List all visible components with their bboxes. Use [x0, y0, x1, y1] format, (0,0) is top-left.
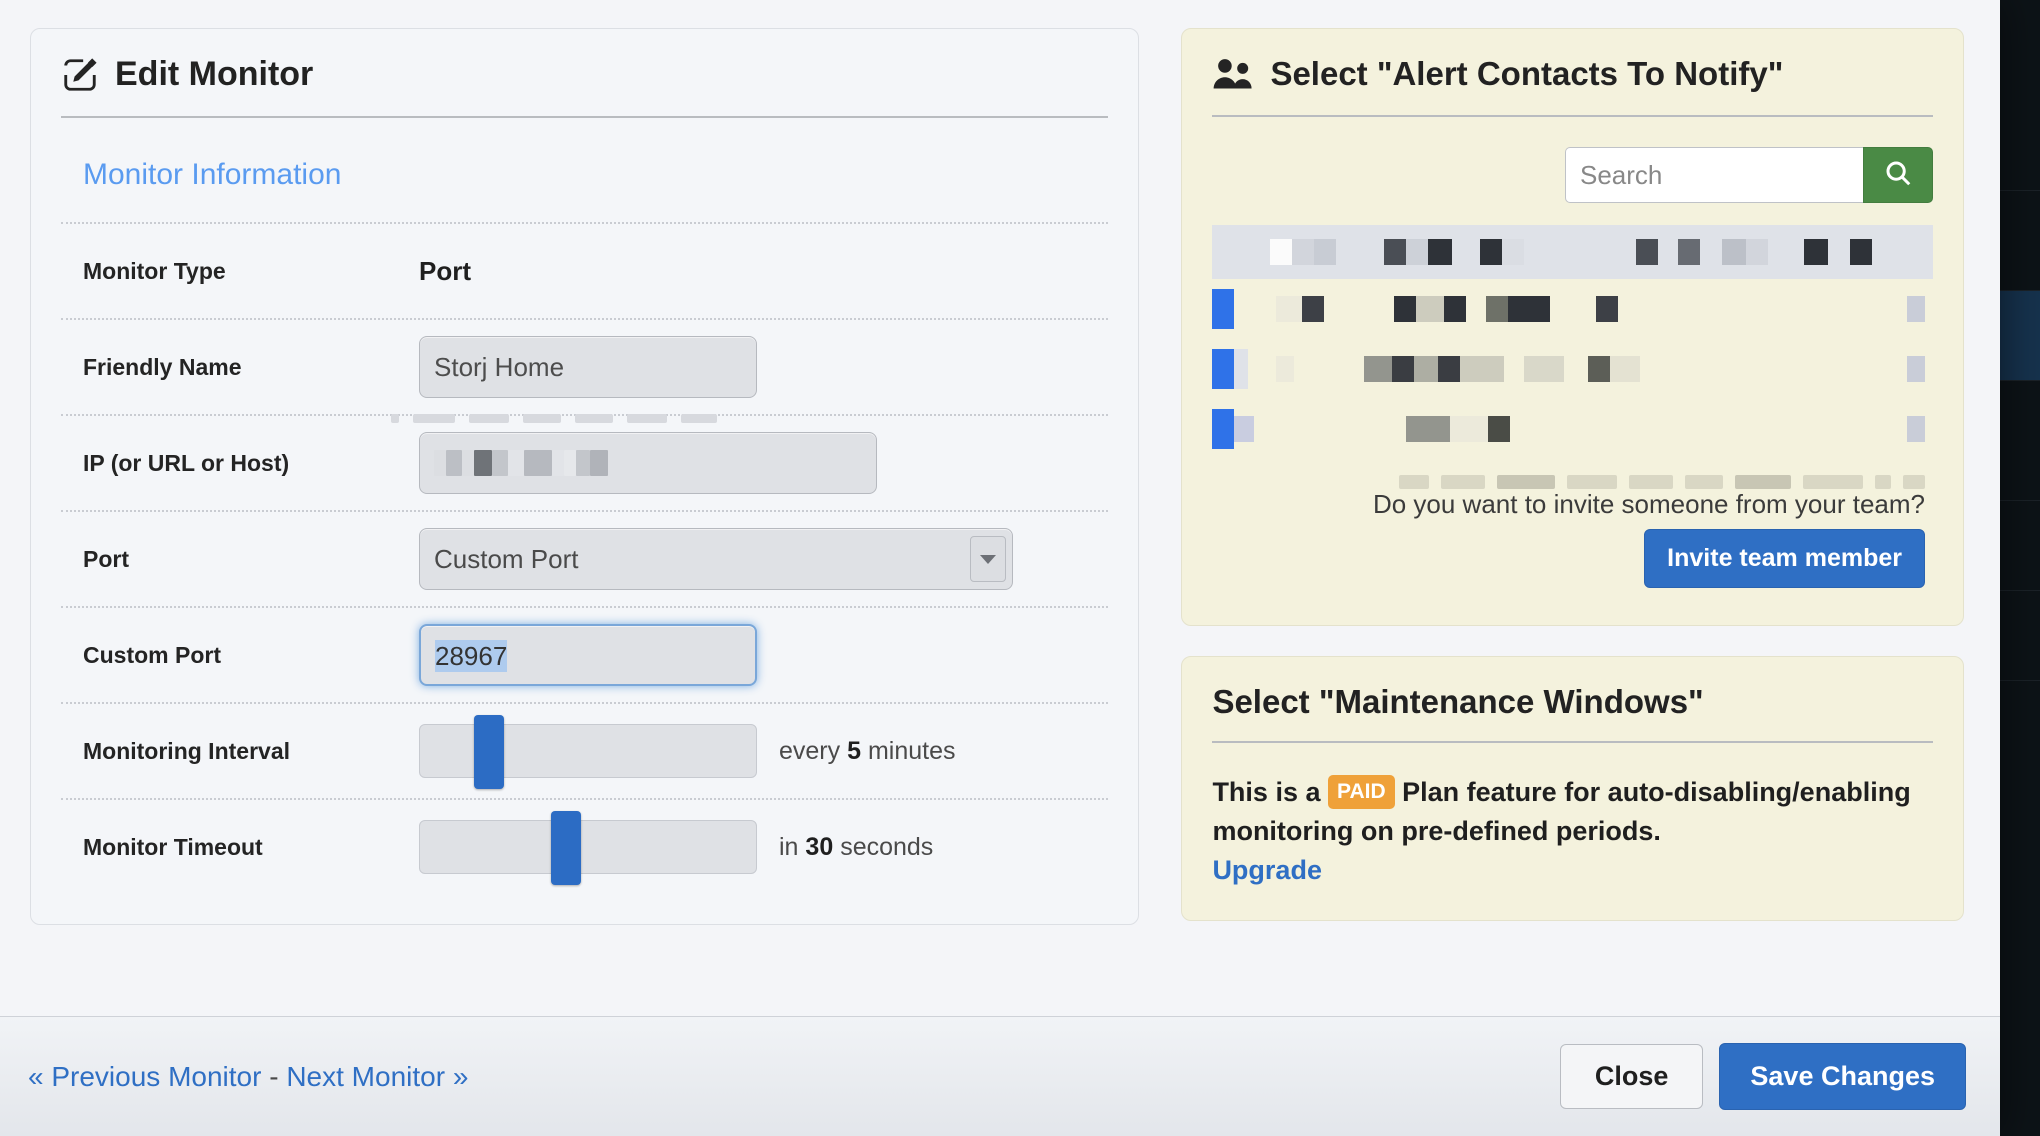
previous-monitor-link[interactable]: « Previous Monitor [28, 1061, 261, 1092]
footer-buttons: Close Save Changes [1560, 1043, 1966, 1110]
maintenance-windows-description: This is a PAID Plan feature for auto-dis… [1212, 773, 1933, 890]
monitor-timeout-slider[interactable] [419, 820, 757, 874]
label-monitor-timeout: Monitor Timeout [61, 834, 419, 861]
field-row-monitoring-interval: Monitoring Interval every 5 minutes [61, 702, 1108, 798]
edit-monitor-modal: Edit Monitor Monitor Information Monitor… [0, 0, 2000, 1136]
contact-checkbox[interactable] [1212, 409, 1234, 449]
custom-port-value: 28967 [435, 640, 507, 672]
header-divider [61, 116, 1108, 118]
label-port: Port [61, 546, 419, 573]
contact-row[interactable] [1212, 279, 1933, 339]
alert-contacts-header: Select "Alert Contacts To Notify" [1212, 55, 1933, 115]
nav-separator: - [269, 1061, 278, 1092]
monitoring-interval-slider[interactable] [419, 724, 757, 778]
left-column: Edit Monitor Monitor Information Monitor… [30, 28, 1139, 1016]
contact-row[interactable] [1212, 339, 1933, 399]
field-row-port: Port Custom Port [61, 510, 1108, 606]
modal-footer: « Previous Monitor - Next Monitor » Clos… [0, 1016, 2000, 1136]
label-ip-host: IP (or URL or Host) [61, 450, 419, 477]
friendly-name-input[interactable]: Storj Home [419, 336, 757, 398]
label-friendly-name: Friendly Name [61, 354, 419, 381]
modal-body: Edit Monitor Monitor Information Monitor… [0, 0, 2000, 1016]
note-suffix: seconds [840, 833, 933, 861]
contacts-table-header [1212, 225, 1933, 279]
maintenance-windows-header: Select "Maintenance Windows" [1212, 683, 1933, 741]
right-column: Select "Alert Contacts To Notify" Search [1181, 28, 1964, 1016]
chevron-down-icon[interactable] [970, 536, 1006, 582]
note-prefix: in [779, 833, 798, 861]
note-value: 30 [805, 833, 833, 861]
note-suffix: minutes [868, 737, 956, 765]
note-value: 5 [847, 737, 861, 765]
upgrade-link[interactable]: Upgrade [1212, 855, 1322, 885]
redacted-value [434, 433, 608, 493]
alert-contacts-divider [1212, 115, 1933, 117]
field-row-friendly-name: Friendly Name Storj Home [61, 318, 1108, 414]
save-changes-button[interactable]: Save Changes [1719, 1043, 1966, 1110]
slider-handle[interactable] [474, 715, 504, 789]
label-monitoring-interval: Monitoring Interval [61, 738, 419, 765]
monitoring-interval-note: every 5 minutes [779, 737, 956, 766]
invite-question: Do you want to invite someone from your … [1373, 489, 1925, 520]
section-heading: Monitor Information [83, 158, 1108, 192]
field-row-monitor-type: Monitor Type Port [61, 222, 1108, 318]
contacts-search-row: Search [1212, 147, 1933, 203]
people-icon [1212, 57, 1254, 91]
monitor-timeout-note: in 30 seconds [779, 833, 933, 862]
field-row-monitor-timeout: Monitor Timeout in 30 seconds [61, 798, 1108, 894]
field-row-ip-host: IP (or URL or Host) [61, 414, 1108, 510]
edit-monitor-header: Edit Monitor [61, 55, 1108, 116]
monitor-navigation: « Previous Monitor - Next Monitor » [28, 1061, 468, 1093]
field-row-custom-port: Custom Port 28967 [61, 606, 1108, 702]
slider-handle[interactable] [551, 811, 581, 885]
maintenance-windows-title: Select "Maintenance Windows" [1212, 683, 1703, 721]
label-monitor-type: Monitor Type [61, 258, 419, 285]
contact-checkbox[interactable] [1212, 349, 1234, 389]
label-custom-port: Custom Port [61, 642, 419, 669]
ip-host-input[interactable] [419, 432, 877, 494]
alert-contacts-title: Select "Alert Contacts To Notify" [1270, 55, 1783, 93]
row-end-redaction [1907, 416, 1925, 442]
search-input[interactable]: Search [1565, 147, 1863, 203]
note-prefix: every [779, 737, 840, 765]
custom-port-input[interactable]: 28967 [419, 624, 757, 686]
invite-redaction [1399, 475, 1925, 489]
next-monitor-link[interactable]: Next Monitor » [286, 1061, 468, 1092]
row-end-redaction [1907, 356, 1925, 382]
row-end-redaction [1907, 296, 1925, 322]
maintenance-windows-card: Select "Maintenance Windows" This is a P… [1181, 656, 1964, 921]
paid-badge: PAID [1328, 775, 1395, 809]
value-monitor-type: Port [419, 256, 471, 287]
edit-monitor-card: Edit Monitor Monitor Information Monitor… [30, 28, 1139, 925]
port-select[interactable]: Custom Port [419, 528, 1013, 590]
search-button[interactable] [1863, 147, 1933, 203]
maintenance-windows-divider [1212, 741, 1933, 743]
contact-checkbox[interactable] [1212, 289, 1234, 329]
ip-tooltip-redacted [391, 414, 717, 423]
contact-row[interactable] [1212, 399, 1933, 459]
close-button[interactable]: Close [1560, 1044, 1704, 1109]
invite-section: Do you want to invite someone from your … [1212, 483, 1933, 595]
edit-pencil-icon [61, 56, 99, 94]
invite-team-member-button[interactable]: Invite team member [1644, 529, 1925, 588]
search-icon [1883, 158, 1913, 193]
page-title: Edit Monitor [115, 55, 313, 94]
text-before-badge: This is a [1212, 777, 1320, 807]
port-select-value: Custom Port [434, 544, 579, 575]
alert-contacts-card: Select "Alert Contacts To Notify" Search [1181, 28, 1964, 626]
